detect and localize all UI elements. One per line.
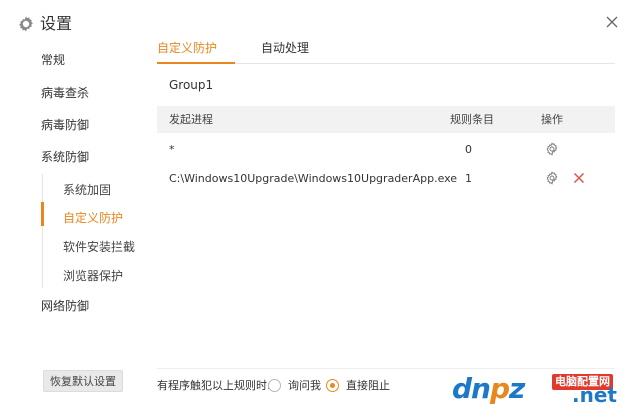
radio-label: 直接阻止 [346, 379, 390, 392]
gear-icon [19, 16, 33, 32]
footer-divider [157, 368, 615, 369]
table-row[interactable]: C:\Windows10Upgrade\Windows10UpgraderApp… [157, 165, 615, 193]
sidebar-item-virus-defense[interactable]: 病毒防御 [41, 117, 89, 133]
sidebar-subitem-browser-protection[interactable]: 浏览器保护 [63, 268, 123, 284]
restore-defaults-button[interactable]: 恢复默认设置 [43, 370, 123, 392]
sidebar-subitem-install-blocking[interactable]: 软件安装拦截 [63, 239, 135, 255]
watermark-domain: .net [572, 383, 617, 407]
radio-button[interactable] [268, 379, 281, 392]
column-header-rule-count: 规则条目 [450, 113, 494, 126]
sidebar-subitem-custom-protection[interactable]: 自定义防护 [63, 210, 123, 226]
gear-icon[interactable] [545, 142, 559, 156]
delete-icon[interactable] [572, 171, 586, 185]
group-name: Group1 [169, 78, 214, 92]
submenu-rail [42, 174, 43, 288]
sidebar-item-system-defense[interactable]: 系统防御 [41, 149, 89, 165]
column-header-actions: 操作 [541, 113, 563, 126]
sidebar-item-general[interactable]: 常规 [41, 52, 65, 68]
watermark-logo: dnpz 电脑配置网 .net [452, 370, 636, 408]
table-header: 发起进程 规则条目 操作 [157, 106, 615, 133]
radio-block-directly[interactable]: 直接阻止 [326, 378, 390, 393]
tab-custom-protection[interactable]: 自定义防护 [157, 40, 217, 64]
column-header-process: 发起进程 [169, 113, 213, 126]
watermark-text: dnpz [452, 372, 525, 405]
radio-ask-me[interactable]: 询问我 [268, 378, 321, 393]
rule-trigger-label: 有程序触犯以上规则时: [157, 379, 271, 392]
tab-bar: 自定义防护 自动处理 [157, 40, 615, 64]
rule-count: 0 [465, 143, 472, 156]
settings-window: 设置 常规 病毒查杀 病毒防御 系统防御 系统加固 自定义防护 软件安装拦截 浏… [0, 0, 640, 412]
sidebar-item-network-defense[interactable]: 网络防御 [41, 298, 89, 314]
gear-icon[interactable] [545, 171, 559, 185]
radio-label: 询问我 [288, 379, 321, 392]
sidebar-subitem-system-hardening[interactable]: 系统加固 [63, 182, 111, 198]
active-tab-underline [157, 62, 235, 64]
tab-auto-handling[interactable]: 自动处理 [261, 40, 309, 64]
close-icon[interactable] [604, 14, 620, 30]
table-row[interactable]: * 0 [157, 136, 615, 164]
window-title: 设置 [40, 14, 73, 33]
process-path: * [169, 143, 175, 156]
process-path: C:\Windows10Upgrade\Windows10UpgraderApp… [169, 172, 458, 185]
submenu-active-indicator [41, 202, 44, 226]
sidebar-item-virus-scan[interactable]: 病毒查杀 [41, 85, 89, 101]
radio-button[interactable] [326, 379, 339, 392]
rule-count: 1 [465, 172, 472, 185]
